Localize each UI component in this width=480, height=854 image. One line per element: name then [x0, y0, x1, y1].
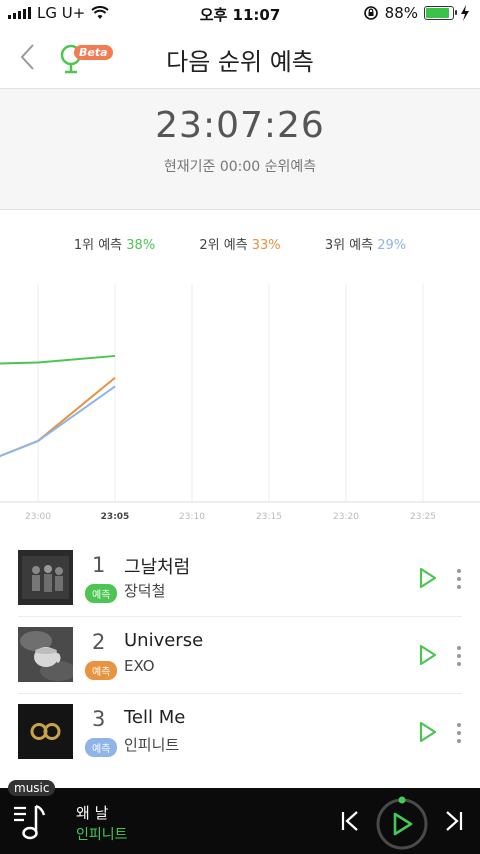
next-icon[interactable] [444, 810, 464, 832]
legend-label: 2위 예측 [199, 238, 248, 253]
prediction-chart: 23:00 23:05 23:10 23:15 23:20 23:25 [0, 284, 480, 522]
album-art [18, 550, 73, 605]
series-line [0, 385, 116, 458]
album-art [18, 627, 73, 682]
rank-number: 2 [92, 630, 106, 654]
battery-fill [426, 8, 449, 18]
list-item[interactable]: 3 Tell Me 예측 인피니트 [18, 694, 462, 771]
more-icon[interactable] [456, 645, 462, 667]
battery-percent: 88% [384, 4, 418, 22]
previous-icon[interactable] [340, 810, 360, 832]
header: Beta 다음 순위 예측 [0, 26, 480, 88]
prediction-tag: 예측 [85, 738, 118, 757]
legend-value: 29% [377, 238, 407, 253]
play-icon[interactable] [418, 566, 438, 590]
battery-icon [424, 6, 457, 20]
artist-name: 장덕철 [124, 582, 166, 600]
charging-icon [461, 5, 469, 21]
series-line [0, 354, 116, 365]
status-right: 88% [363, 4, 470, 22]
chart-legend: 1위 예측 38% 2위 예측 33% 3위 예측 29% [0, 234, 480, 253]
now-playing-title: 왜 날 [76, 804, 109, 822]
artist-name: EXO [124, 657, 155, 675]
legend-label: 3위 예측 [324, 238, 374, 253]
play-icon[interactable] [418, 720, 438, 744]
series-line [0, 376, 116, 458]
playlist-icon[interactable] [12, 802, 52, 842]
x-tick-label: 23:10 [179, 512, 205, 522]
rotation-lock-icon [363, 6, 378, 20]
ranking-list: 1 그날처럼 예측 장덕철 2 Universe 예측 EXO 3 Tell M… [0, 540, 480, 771]
x-tick-label: 23:20 [333, 512, 359, 522]
legend-value: 33% [251, 238, 281, 253]
more-icon[interactable] [456, 722, 462, 744]
list-item[interactable]: 1 그날처럼 예측 장덕철 [18, 540, 462, 617]
mini-player[interactable]: 왜 날 인피니트 [0, 788, 480, 854]
prediction-tag: 예측 [85, 584, 118, 603]
now-playing-artist: 인피니트 [76, 827, 128, 843]
x-tick-label: 23:25 [410, 512, 436, 522]
play-pause-button[interactable] [374, 792, 430, 850]
countdown-clock: 23:07:26 [155, 105, 325, 146]
x-tick-label: 23:15 [256, 512, 282, 522]
legend-item: 1위 예측 38% [74, 238, 159, 253]
x-tick-label: 23:00 [25, 512, 51, 522]
song-title: Universe [124, 630, 204, 651]
legend-item: 3위 예측 29% [325, 238, 406, 253]
artist-name: 인피니트 [124, 736, 180, 754]
x-tick-label: 23:05 [101, 512, 130, 522]
page-title: 다음 순위 예측 [166, 48, 314, 76]
legend-label: 1위 예측 [73, 238, 123, 253]
legend-item: 2위 예측 33% [199, 238, 284, 253]
album-art [18, 704, 73, 759]
legend-value: 38% [126, 238, 156, 253]
play-icon[interactable] [418, 643, 438, 667]
status-bar: LG U+ 오후 11:07 88% [0, 0, 480, 26]
prediction-tag: 예측 [85, 661, 118, 680]
rank-number: 1 [92, 553, 106, 577]
music-badge: music [8, 780, 56, 796]
list-item[interactable]: 2 Universe 예측 EXO [18, 617, 462, 694]
timer-panel: 23:07:26 현재기준 00:00 순위예측 [0, 88, 480, 210]
rank-number: 3 [92, 707, 106, 731]
more-icon[interactable] [456, 568, 462, 590]
timer-subtitle: 현재기준 00:00 순위예측 [163, 159, 317, 175]
song-title: 그날처럼 [124, 557, 191, 578]
song-title: Tell Me [124, 707, 186, 728]
